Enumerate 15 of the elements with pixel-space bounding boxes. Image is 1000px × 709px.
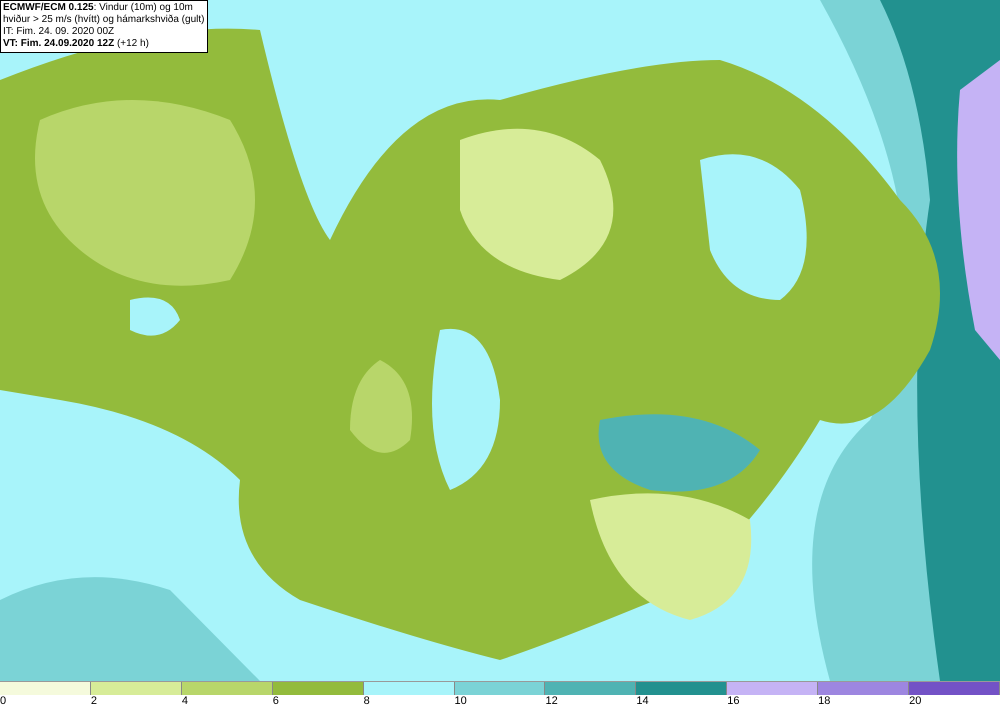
legend-label: 6 <box>272 695 279 708</box>
legend-label: 20 <box>909 695 922 708</box>
legend-label: 18 <box>818 695 830 708</box>
legend-label: 14 <box>636 695 649 708</box>
caption-text: VT: Fim. 24.09.2020 12Z (+12 h) <box>3 38 150 50</box>
caption-text: hviður > 25 m/s (hvítt) og hámarkshviða (gult) <box>3 14 204 26</box>
legend-label: 0 <box>0 695 6 708</box>
legend-label: 8 <box>364 695 370 708</box>
legend-label: 4 <box>182 695 188 708</box>
caption-text: IT: Fim. 24. 09. 2020 00Z <box>3 26 116 38</box>
legend-label: 12 <box>545 695 558 708</box>
caption-text: ECMWF/ECM 0.125: Vindur (10m) og 10m <box>3 2 194 14</box>
legend-label: 16 <box>727 695 740 708</box>
legend-label: 10 <box>454 695 467 708</box>
legend-label: 2 <box>90 695 98 708</box>
